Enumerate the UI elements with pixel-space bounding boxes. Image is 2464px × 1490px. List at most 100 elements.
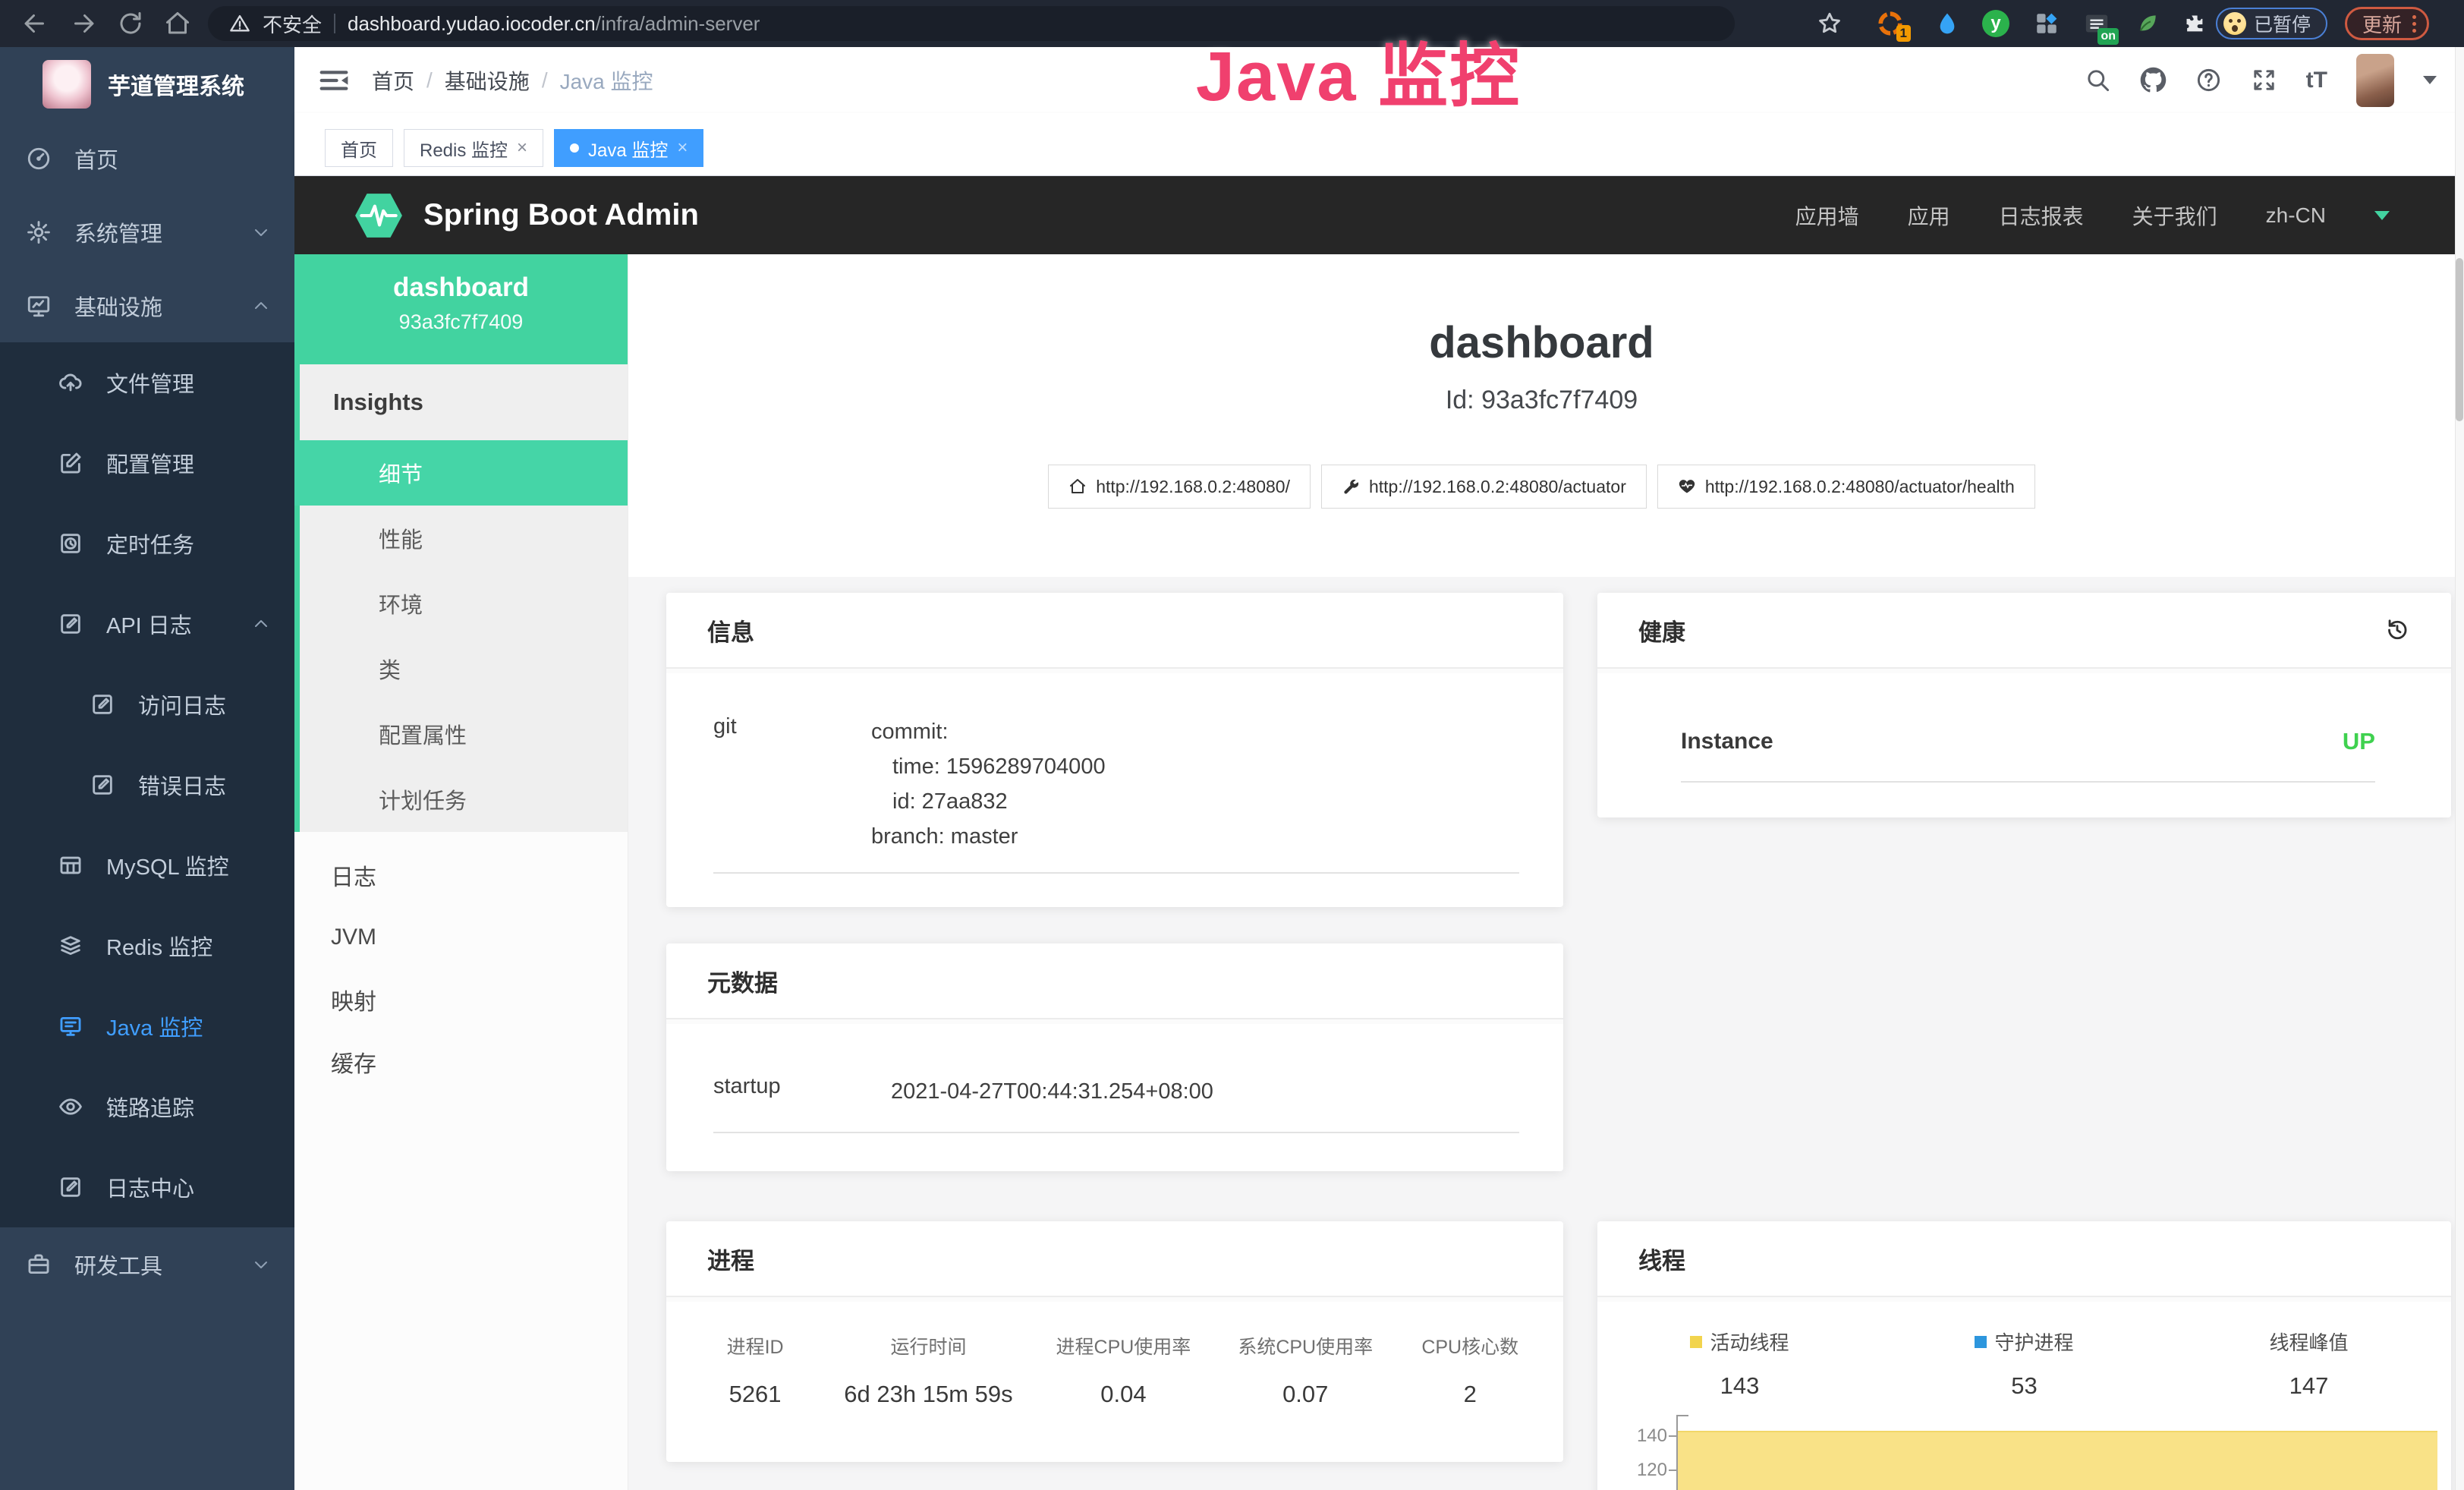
- extension-orange-icon[interactable]: 1: [1877, 10, 1905, 37]
- sba-nav-caches[interactable]: 缓存: [294, 1031, 628, 1093]
- sba-nav-configprops[interactable]: 配置属性: [300, 701, 628, 767]
- browser-update-button[interactable]: 更新: [2345, 7, 2429, 40]
- user-menu-caret-icon[interactable]: [2423, 76, 2437, 84]
- history-icon[interactable]: [2384, 617, 2410, 643]
- search-icon[interactable]: [2085, 67, 2111, 93]
- browser-reload-icon[interactable]: [117, 10, 144, 37]
- extension-list-icon[interactable]: on: [2084, 10, 2111, 37]
- github-icon[interactable]: [2140, 67, 2167, 93]
- font-size-icon[interactable]: tT: [2306, 68, 2327, 93]
- sidebar-item-redis-monitor[interactable]: Redis 监控: [0, 906, 294, 986]
- sba-nav-details[interactable]: 细节: [294, 440, 628, 506]
- sidebar-item-api-log[interactable]: API 日志: [0, 584, 294, 664]
- address-bar[interactable]: 不安全 dashboard.yudao.iocoder.cn/infra/adm…: [208, 6, 1735, 41]
- sidebar-item-access-log[interactable]: 访问日志: [0, 664, 294, 745]
- tab-home[interactable]: 首页: [325, 129, 393, 167]
- monitor-chart-icon: [26, 293, 52, 319]
- fullscreen-icon[interactable]: [2251, 67, 2277, 93]
- sidebar-item-log-center[interactable]: 日志中心: [0, 1147, 294, 1227]
- sba-nav-applications[interactable]: 应用: [1908, 200, 1950, 231]
- table-icon: [58, 852, 83, 878]
- sidebar-item-config-manage[interactable]: 配置管理: [0, 423, 294, 503]
- dashboard-icon: [26, 146, 52, 172]
- log-edit-icon: [90, 691, 115, 717]
- sba-brand-title[interactable]: Spring Boot Admin: [423, 198, 699, 232]
- info-card: 信息 git commit: time: 1596289704000 id: 2…: [666, 593, 1563, 907]
- sba-nav-wallboard[interactable]: 应用墙: [1795, 200, 1859, 231]
- chevron-down-icon: [252, 223, 270, 241]
- sba-nav-classes[interactable]: 类: [300, 636, 628, 701]
- sidebar-item-trace[interactable]: 链路追踪: [0, 1066, 294, 1147]
- chevron-down-icon: [252, 1255, 270, 1274]
- briefcase-icon: [26, 1252, 52, 1277]
- sba-instance-block[interactable]: dashboard 93a3fc7f7409: [294, 254, 628, 364]
- extensions-puzzle-icon[interactable]: [2182, 10, 2210, 37]
- locale-caret-icon[interactable]: [2374, 211, 2390, 220]
- sba-nav-scheduled[interactable]: 计划任务: [300, 767, 628, 832]
- sba-nav-logfile[interactable]: 日志: [294, 844, 628, 906]
- close-icon[interactable]: [677, 139, 688, 157]
- breadcrumb-current: Java 监控: [560, 65, 653, 96]
- sidebar-item-infra[interactable]: 基础设施: [0, 269, 294, 342]
- help-icon[interactable]: [2195, 67, 2222, 93]
- tab-redis-monitor[interactable]: Redis 监控: [404, 129, 543, 167]
- threads-chart: 140 120 100: [1597, 1412, 2451, 1490]
- extension-pin-icon[interactable]: [1935, 10, 1962, 37]
- metadata-card: 元数据 startup 2021-04-27T00:44:31.254+08:0…: [666, 943, 1563, 1171]
- browser-forward-icon[interactable]: [70, 10, 97, 37]
- health-url-link[interactable]: http://192.168.0.2:48080/actuator/health: [1657, 465, 2035, 509]
- divider: [713, 1132, 1519, 1133]
- java-monitor-icon: [58, 1013, 83, 1039]
- divider: [1681, 781, 2375, 783]
- browser-home-icon[interactable]: [164, 10, 191, 37]
- sidebar-item-system[interactable]: 系统管理: [0, 195, 294, 269]
- sba-nav-env[interactable]: 环境: [300, 571, 628, 636]
- metadata-key: startup: [713, 1074, 891, 1109]
- instance-links: http://192.168.0.2:48080/ http://192.168…: [628, 465, 2455, 509]
- sidebar-item-error-log[interactable]: 错误日志: [0, 745, 294, 825]
- sidebar-item-file-manage[interactable]: 文件管理: [0, 342, 294, 423]
- update-label: 更新: [2362, 10, 2402, 38]
- tab-java-monitor[interactable]: Java 监控: [554, 129, 703, 167]
- sba-insights-group: Insights 细节 性能 环境 类 配置属性 计划任务: [294, 364, 628, 832]
- spring-boot-admin-logo-icon: [354, 191, 404, 241]
- close-icon[interactable]: [517, 139, 527, 157]
- sidebar-item-mysql-monitor[interactable]: MySQL 监控: [0, 825, 294, 906]
- browser-menu-icon[interactable]: [2412, 15, 2416, 33]
- sba-nav-about[interactable]: 关于我们: [2132, 200, 2217, 231]
- extension-green-circle-icon[interactable]: y: [1982, 10, 2009, 37]
- sba-nav-mappings[interactable]: 映射: [294, 969, 628, 1031]
- scrollbar-thumb[interactable]: [2456, 258, 2463, 421]
- instance-id: Id: 93a3fc7f7409: [628, 386, 2455, 415]
- actuator-url-link[interactable]: http://192.168.0.2:48080/actuator: [1321, 465, 1647, 509]
- log-edit-icon: [58, 1174, 83, 1200]
- extension-grid-icon[interactable]: [2034, 10, 2061, 37]
- sba-nav-jvm[interactable]: JVM: [294, 906, 628, 969]
- wrench-icon: [1342, 477, 1360, 496]
- user-avatar[interactable]: [2356, 54, 2394, 107]
- y-axis-cap: [1676, 1415, 1688, 1416]
- app-logo-image: [42, 60, 91, 109]
- chevron-up-icon: [252, 297, 270, 315]
- status-badge: UP: [2343, 728, 2375, 755]
- sidebar-item-devtools[interactable]: 研发工具: [0, 1227, 294, 1301]
- sba-locale-select[interactable]: zh-CN: [2266, 203, 2326, 228]
- legend-yellow-swatch: [1690, 1336, 1702, 1348]
- profile-paused-badge[interactable]: 已暂停: [2216, 8, 2327, 39]
- app-logo[interactable]: 芋道管理系统: [0, 47, 294, 121]
- browser-back-icon[interactable]: [21, 10, 49, 37]
- tags-view-bar: 首页 Redis 监控 Java 监控: [294, 113, 2464, 176]
- log-edit-icon: [58, 611, 83, 637]
- sidebar-item-java-monitor[interactable]: Java 监控: [0, 986, 294, 1066]
- extension-leaf-icon[interactable]: [2135, 10, 2163, 37]
- sidebar-item-scheduled-job[interactable]: 定时任务: [0, 503, 294, 584]
- sba-nav-metrics[interactable]: 性能: [300, 506, 628, 571]
- service-url-link[interactable]: http://192.168.0.2:48080/: [1048, 465, 1311, 509]
- breadcrumb-section[interactable]: 基础设施: [445, 65, 530, 96]
- sba-nav-journal[interactable]: 日志报表: [1999, 200, 2084, 231]
- sidebar-item-home[interactable]: 首页: [0, 121, 294, 195]
- breadcrumb-home[interactable]: 首页: [372, 65, 414, 96]
- info-value: commit: time: 1596289704000 id: 27aa832 …: [871, 714, 1106, 854]
- bookmark-star-icon[interactable]: [1817, 10, 1844, 37]
- sidebar-toggle-icon[interactable]: [319, 68, 349, 93]
